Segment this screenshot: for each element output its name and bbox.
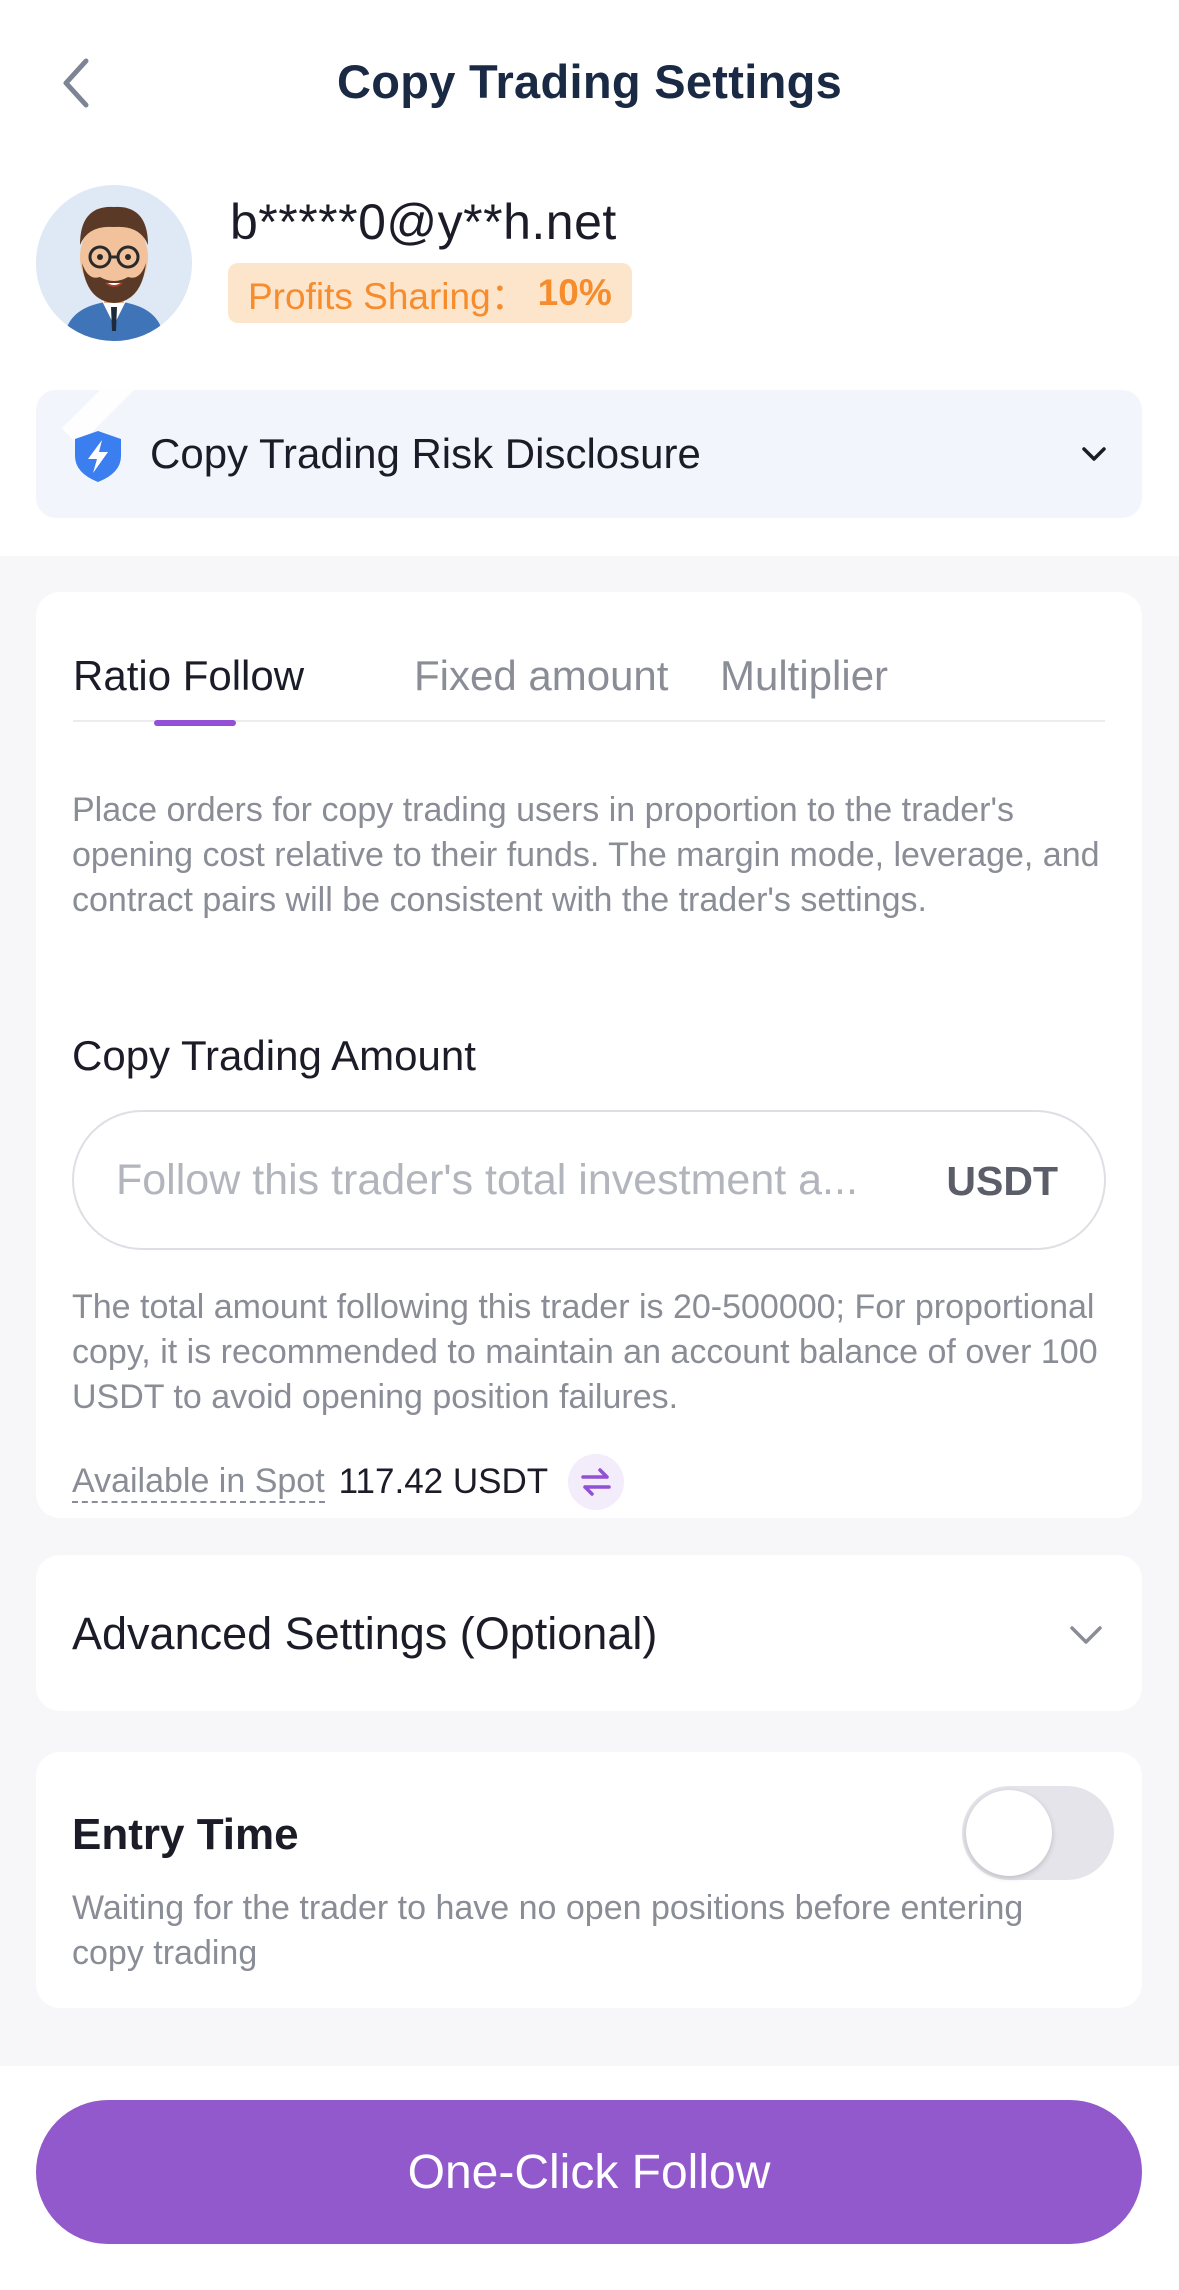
- trader-profile: b*****0@y**h.net Profits Sharing： 10%: [36, 185, 1146, 345]
- transfer-button[interactable]: [568, 1454, 625, 1510]
- tab-multiplier[interactable]: Multiplier: [720, 652, 888, 700]
- trader-name: b*****0@y**h.net: [230, 194, 617, 250]
- amount-hint: The total amount following this trader i…: [72, 1288, 1098, 1416]
- bottom-action-bar: One-Click Follow: [0, 2066, 1179, 2290]
- shield-bolt-icon: [75, 431, 121, 482]
- available-spot-label[interactable]: Available in Spot: [72, 1461, 325, 1503]
- profit-sharing-value: 10%: [537, 272, 612, 313]
- mode-description: Place orders for copy trading users in p…: [72, 791, 1100, 919]
- tab-ratio-follow[interactable]: Ratio Follow: [73, 652, 304, 700]
- copy-amount-label: Copy Trading Amount: [72, 1032, 476, 1079]
- toggle-knob: [966, 1790, 1052, 1876]
- chevron-down-icon: [1082, 447, 1106, 461]
- top-section: Copy Trading Settings b*****0@y**h.net P…: [0, 0, 1179, 556]
- advanced-settings-label: Advanced Settings (Optional): [72, 1608, 658, 1659]
- copy-mode-tabs: Ratio Follow Fixed amount Multiplier: [73, 652, 1105, 722]
- one-click-follow-button[interactable]: One-Click Follow: [36, 2100, 1142, 2244]
- profit-sharing-badge: Profits Sharing： 10%: [228, 263, 632, 323]
- available-balance-row: Available in Spot 117.42 USDT: [72, 1454, 625, 1510]
- tab-fixed-amount[interactable]: Fixed amount: [414, 652, 668, 700]
- active-tab-indicator: [154, 720, 236, 726]
- entry-time-card: Entry Time Waiting for the trader to hav…: [36, 1752, 1142, 2008]
- risk-disclosure-label: Copy Trading Risk Disclosure: [150, 430, 701, 477]
- avatar[interactable]: [36, 185, 192, 341]
- advanced-settings-toggle[interactable]: Advanced Settings (Optional): [36, 1555, 1142, 1711]
- available-spot-value: 117.42 USDT: [338, 1462, 549, 1501]
- profit-sharing-label: Profits Sharing：: [248, 276, 528, 317]
- transfer-arrows-icon: [581, 1468, 611, 1496]
- chevron-down-icon: [1070, 1626, 1102, 1644]
- entry-time-toggle[interactable]: [962, 1786, 1114, 1880]
- header-bar: Copy Trading Settings: [0, 0, 1179, 165]
- copy-amount-input[interactable]: [116, 1112, 936, 1248]
- entry-time-description: Waiting for the trader to have no open p…: [72, 1889, 1024, 1972]
- amount-unit: USDT: [946, 1158, 1058, 1204]
- trader-avatar-icon: [36, 185, 192, 341]
- copy-amount-field[interactable]: USDT: [72, 1110, 1106, 1250]
- entry-time-title: Entry Time: [72, 1810, 299, 1859]
- copy-mode-card: Ratio Follow Fixed amount Multiplier Pla…: [36, 592, 1142, 1518]
- risk-disclosure-toggle[interactable]: Copy Trading Risk Disclosure: [36, 390, 1142, 518]
- page-title: Copy Trading Settings: [336, 55, 843, 108]
